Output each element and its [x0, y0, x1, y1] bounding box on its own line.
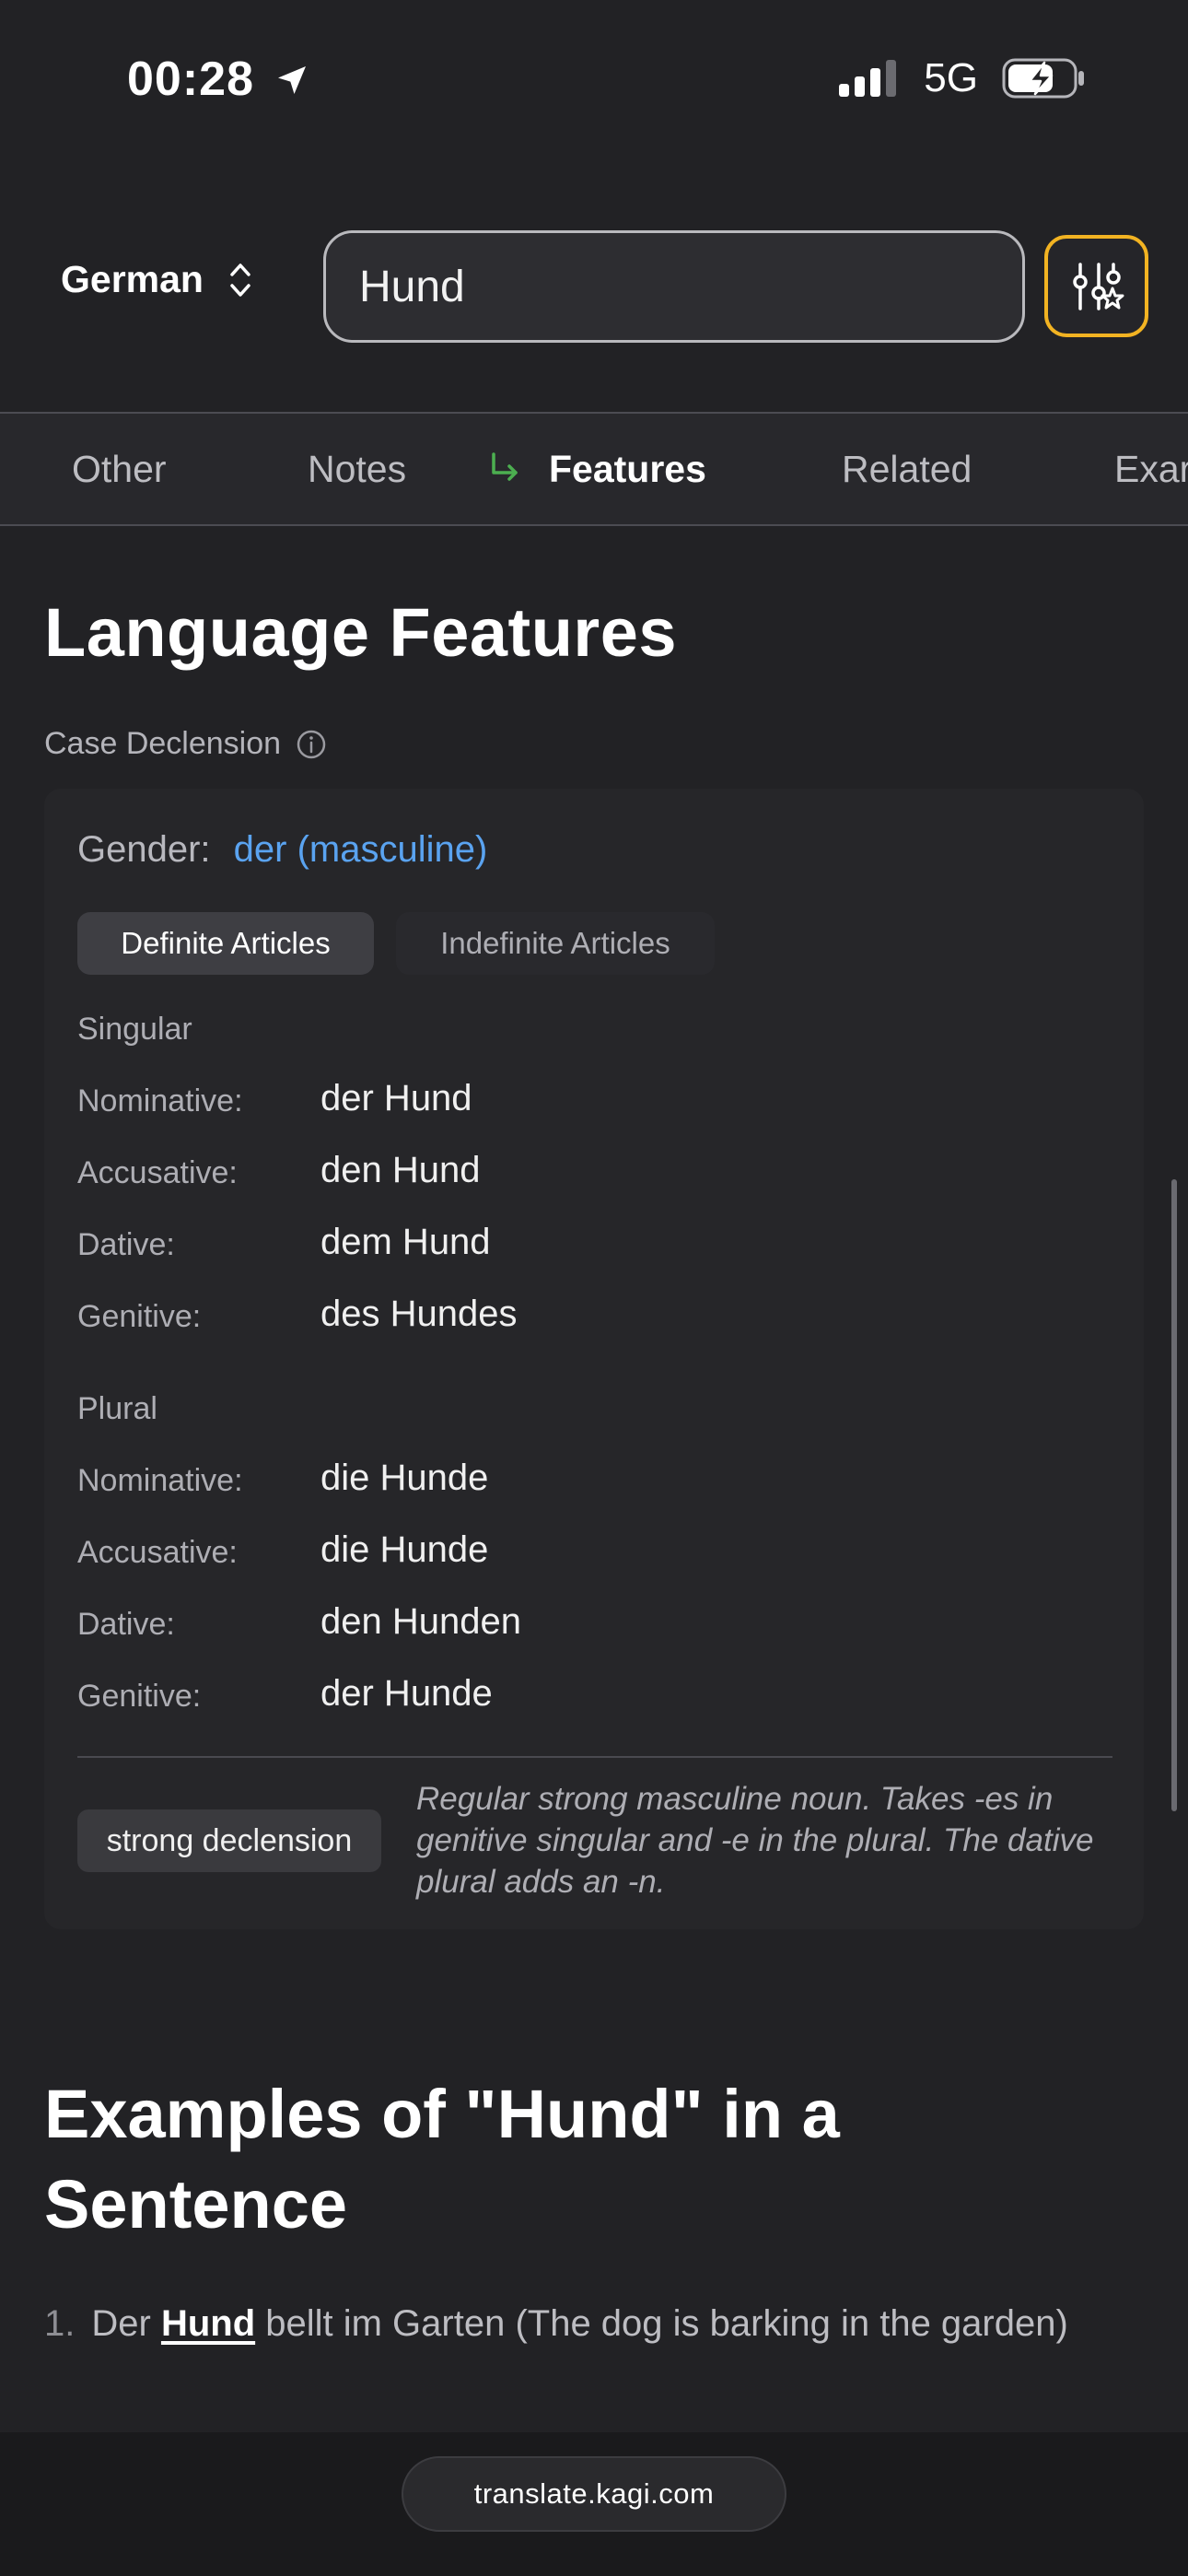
- gender-row: Gender: der (masculine): [77, 829, 487, 871]
- chevron-up-down-icon: [230, 263, 250, 297]
- example-number: 1.: [44, 2303, 76, 2344]
- plural-dative-label: Dative:: [77, 1607, 175, 1642]
- plural-heading: Plural: [77, 1391, 157, 1426]
- examples-title: Examples of "Hund" in a Sentence: [44, 2076, 840, 2242]
- singular-nominative-label: Nominative:: [77, 1083, 243, 1118]
- search-input-value: Hund: [359, 262, 465, 311]
- singular-nominative-form: der Hund: [320, 1078, 472, 1118]
- singular-accusative-form: den Hund: [320, 1150, 481, 1190]
- language-selector-label: German: [61, 258, 204, 300]
- declension-type-badge: strong declension: [77, 1809, 381, 1872]
- tab-other[interactable]: Other: [72, 414, 167, 524]
- plural-nominative-form: die Hunde: [320, 1458, 489, 1498]
- plural-accusative-form: die Hunde: [320, 1529, 489, 1570]
- return-arrow-icon: [492, 452, 518, 481]
- definite-articles-toggle[interactable]: Definite Articles: [77, 912, 374, 975]
- example-text-after: bellt im Garten (The dog is barking in t…: [255, 2303, 1068, 2344]
- section-tabs: Other Notes Features Related Exar: [0, 412, 1188, 526]
- tab-notes[interactable]: Notes: [308, 414, 406, 524]
- singular-genitive-label: Genitive:: [77, 1299, 202, 1334]
- address-bar[interactable]: translate.kagi.com: [402, 2456, 786, 2532]
- plural-nominative-label: Nominative:: [77, 1463, 243, 1498]
- search-input[interactable]: Hund: [323, 230, 1025, 343]
- status-time: 00:28: [127, 52, 310, 107]
- indefinite-articles-toggle[interactable]: Indefinite Articles: [396, 912, 715, 975]
- gender-label: Gender:: [77, 829, 211, 870]
- tab-examples[interactable]: Exar: [1114, 414, 1188, 524]
- singular-dative-form: dem Hund: [320, 1222, 491, 1262]
- cellular-signal-icon: [839, 60, 897, 97]
- location-arrow-icon: [278, 66, 307, 94]
- battery-charging-icon: [1002, 58, 1084, 99]
- case-declension-label: Case Declension: [44, 726, 327, 762]
- singular-accusative-label: Accusative:: [77, 1155, 238, 1190]
- scrollbar[interactable]: [1171, 1179, 1177, 1811]
- plural-genitive-label: Genitive:: [77, 1679, 202, 1714]
- info-icon[interactable]: [296, 729, 327, 760]
- language-selector[interactable]: German: [61, 258, 253, 301]
- plural-accusative-label: Accusative:: [77, 1535, 238, 1570]
- example-highlight-word[interactable]: Hund: [161, 2303, 255, 2344]
- example-sentence: 1. Der Hund bellt im Garten (The dog is b…: [44, 2303, 1068, 2345]
- sliders-star-icon: [1072, 262, 1124, 310]
- singular-dative-label: Dative:: [77, 1227, 175, 1262]
- declension-note: Regular strong masculine noun. Takes -es…: [416, 1781, 1094, 1900]
- language-features-title: Language Features: [44, 594, 678, 671]
- gender-value-link[interactable]: der (masculine): [234, 829, 488, 870]
- tab-features[interactable]: Features: [549, 414, 706, 524]
- tab-related[interactable]: Related: [842, 414, 972, 524]
- singular-genitive-form: des Hundes: [320, 1294, 518, 1334]
- plural-dative-form: den Hunden: [320, 1601, 521, 1642]
- case-declension-text: Case Declension: [44, 726, 282, 761]
- network-type: 5G: [924, 55, 978, 100]
- status-time-text: 00:28: [127, 53, 254, 106]
- example-text-before: Der: [91, 2303, 161, 2344]
- card-divider: [77, 1756, 1112, 1758]
- plural-genitive-form: der Hunde: [320, 1673, 493, 1714]
- filter-settings-button[interactable]: [1044, 235, 1148, 337]
- singular-heading: Singular: [77, 1012, 192, 1047]
- status-indicators: 5G: [839, 55, 1087, 101]
